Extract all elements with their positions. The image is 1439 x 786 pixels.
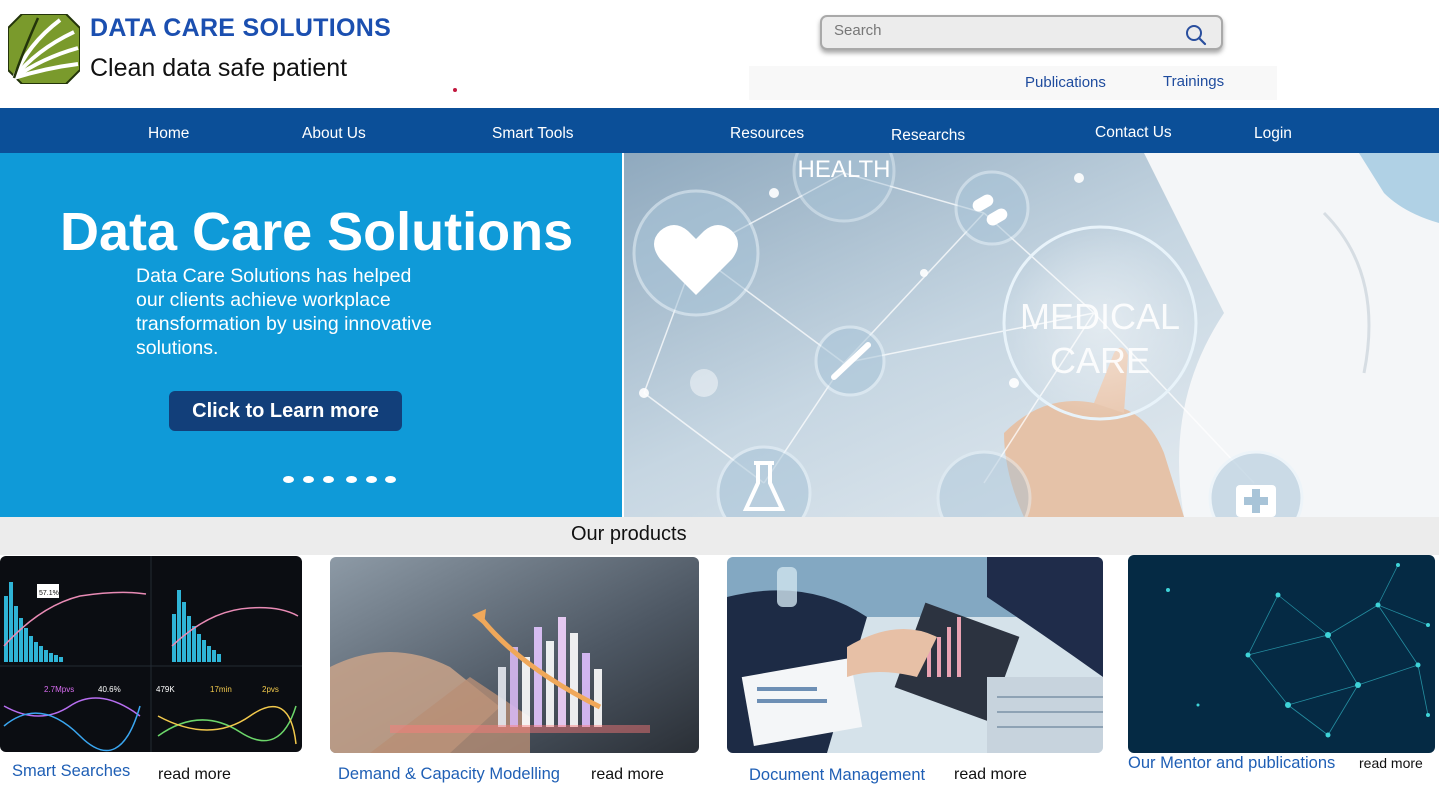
- carousel-dot[interactable]: [303, 476, 314, 483]
- product-image-demand-capacity[interactable]: [330, 557, 699, 753]
- hero-banner: Data Care Solutions Data Care Solutions …: [0, 153, 622, 517]
- products-title: Our products: [571, 523, 687, 545]
- company-logo[interactable]: [7, 13, 81, 85]
- product-image-mentor-publications[interactable]: [1128, 555, 1435, 753]
- nav-resources[interactable]: Resources: [730, 125, 804, 143]
- hero-medical-image: HEALTH MEDICAL CARE: [624, 153, 1439, 517]
- nav-researchs[interactable]: Researchs: [891, 127, 965, 145]
- chart-stat-5: 2pvs: [262, 685, 279, 694]
- chart-stat-4: 17min: [210, 685, 232, 694]
- search-icon[interactable]: [1185, 24, 1207, 46]
- search-box[interactable]: [820, 15, 1223, 50]
- chart-stat-1: 2.7Mpvs: [44, 685, 74, 694]
- trainings-link[interactable]: Trainings: [1163, 73, 1224, 90]
- products-header-bar: Our products: [0, 517, 1439, 555]
- product-image-smart-searches[interactable]: 57.1% 2.7Mpvs 40.6% 479K 17min 2pvs: [0, 556, 302, 752]
- carousel-dot[interactable]: [366, 476, 377, 483]
- secondary-links: Publications Trainings: [749, 66, 1277, 100]
- nav-home[interactable]: Home: [148, 125, 189, 143]
- publications-link[interactable]: Publications: [1025, 74, 1106, 91]
- health-label: HEALTH: [798, 156, 891, 183]
- brand-tagline: Clean data safe patient: [90, 54, 348, 82]
- carousel-dot[interactable]: [346, 476, 357, 483]
- decorative-dot: [453, 88, 457, 92]
- chart-percent-label: 57.1%: [39, 590, 59, 597]
- chart-stat-2: 40.6%: [98, 685, 121, 694]
- medical-label: MEDICAL: [1020, 296, 1180, 337]
- carousel-dot[interactable]: [385, 476, 396, 483]
- product-title-mentor-publications[interactable]: Our Mentor and publications: [1128, 754, 1335, 773]
- nav-login[interactable]: Login: [1254, 125, 1292, 143]
- search-input[interactable]: [834, 19, 1174, 41]
- product-title-smart-searches[interactable]: Smart Searches: [12, 762, 130, 781]
- read-more-demand-capacity[interactable]: read more: [591, 766, 664, 784]
- care-label: CARE: [1050, 340, 1150, 381]
- nav-about-us[interactable]: About Us: [302, 125, 366, 143]
- carousel-dot[interactable]: [283, 476, 294, 483]
- product-title-document-management[interactable]: Document Management: [749, 766, 925, 785]
- carousel-dot[interactable]: [323, 476, 334, 483]
- chart-stat-3: 479K: [156, 685, 175, 694]
- nav-contact-us[interactable]: Contact Us: [1095, 124, 1172, 142]
- read-more-mentor-publications[interactable]: read more: [1359, 755, 1423, 771]
- nav-smart-tools[interactable]: Smart Tools: [492, 125, 574, 143]
- hero-title: Data Care Solutions: [60, 202, 574, 262]
- hero-description: Data Care Solutions has helped our clien…: [136, 265, 432, 359]
- learn-more-button[interactable]: Click to Learn more: [169, 391, 402, 431]
- product-title-demand-capacity[interactable]: Demand & Capacity Modelling: [338, 765, 560, 784]
- read-more-document-management[interactable]: read more: [954, 766, 1027, 784]
- main-navigation: Home About Us Smart Tools Resources Rese…: [0, 108, 1439, 153]
- brand-name[interactable]: DATA CARE SOLUTIONS: [90, 14, 391, 43]
- product-image-document-management[interactable]: [727, 557, 1103, 753]
- read-more-smart-searches[interactable]: read more: [158, 766, 231, 784]
